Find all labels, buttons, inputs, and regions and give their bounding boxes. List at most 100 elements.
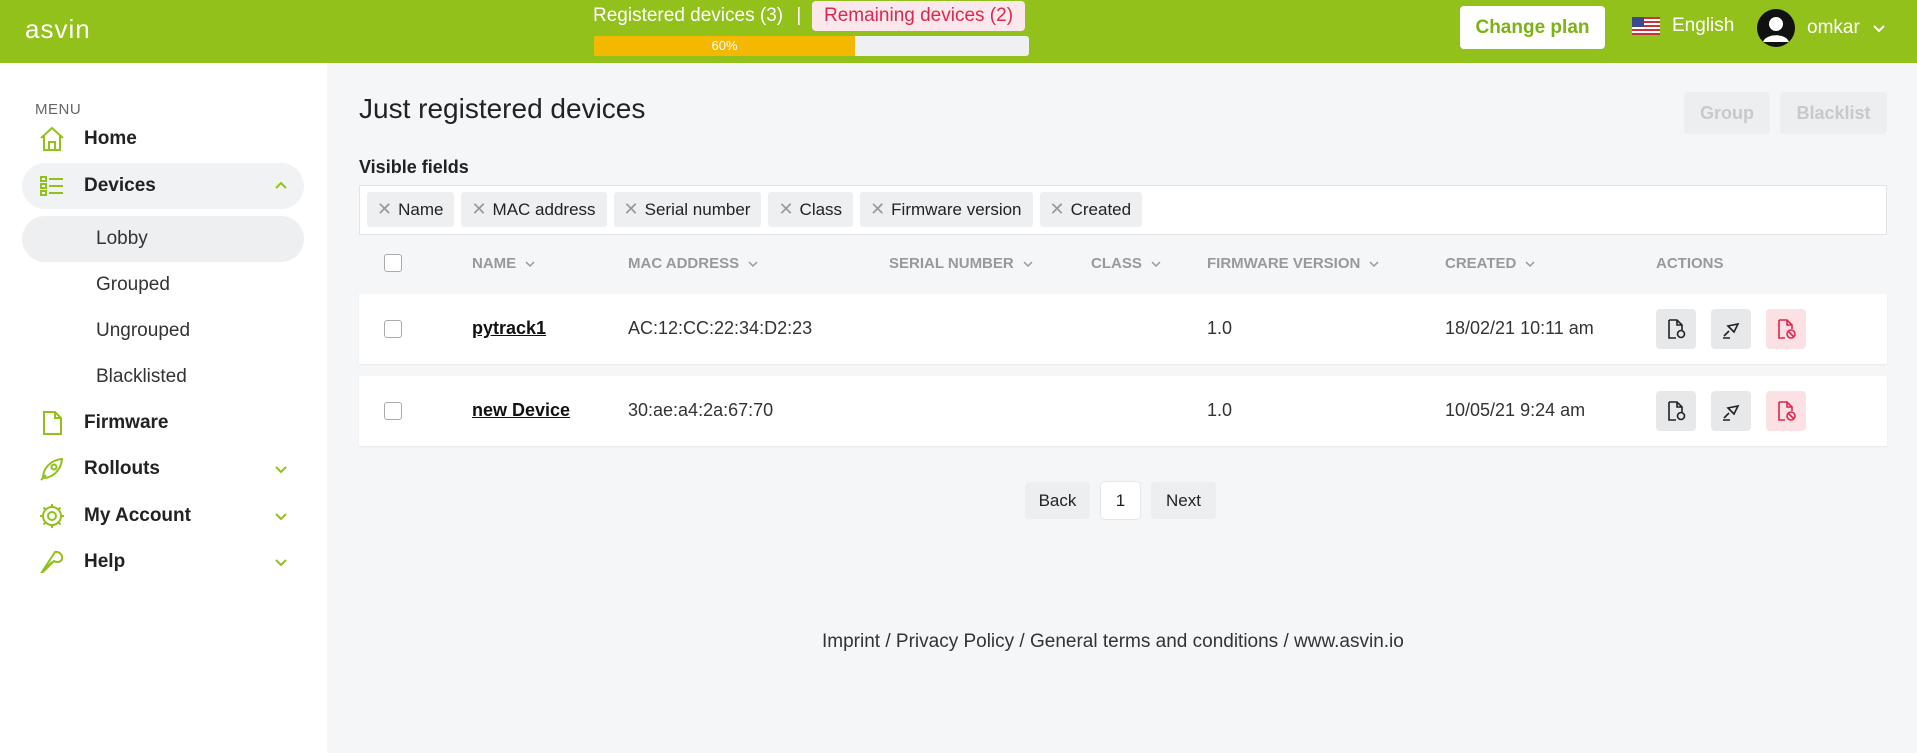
chevron-down-icon	[275, 513, 287, 521]
sort-icon	[1525, 260, 1535, 267]
firmware-version-cell: 1.0	[1207, 400, 1233, 420]
column-header-class[interactable]: CLASS	[1091, 255, 1162, 272]
avatar-icon	[1757, 9, 1795, 47]
file-group-icon	[1668, 319, 1686, 339]
table-row: pytrack1 AC:12:CC:22:34:D2:23 1.0 18/02/…	[359, 294, 1887, 364]
sidebar-item-firmware[interactable]: Firmware	[22, 400, 304, 446]
sidebar-subitem-blacklisted[interactable]: Blacklisted	[22, 354, 304, 400]
mac-address-cell: 30:ae:a4:2a:67:70	[628, 400, 774, 420]
column-header-mac-address[interactable]: MAC ADDRESS	[628, 255, 759, 272]
sort-icon	[748, 260, 758, 267]
visible-fields-label: Visible fields	[359, 157, 469, 177]
group-button[interactable]: Group	[1684, 92, 1770, 134]
language-label: English	[1672, 15, 1735, 36]
gear-icon	[40, 504, 64, 528]
sidebar-subitem-lobby[interactable]: Lobby	[22, 216, 304, 262]
sidebar: MENU Home Devices Lobby Grouped Ungroupe…	[0, 63, 327, 753]
sidebar-item-home[interactable]: Home	[22, 116, 304, 162]
column-header-name[interactable]: NAME	[472, 255, 536, 272]
select-all-checkbox[interactable]	[384, 254, 402, 272]
sidebar-item-my-account[interactable]: My Account	[22, 493, 304, 539]
footer-links[interactable]: Imprint / Privacy Policy / General terms…	[822, 631, 1404, 653]
column-header-firmware-version[interactable]: FIRMWARE VERSION	[1207, 255, 1380, 272]
sort-icon	[1151, 260, 1161, 267]
sort-icon	[1023, 260, 1033, 267]
file-group-icon	[1668, 401, 1686, 421]
row-checkbox[interactable]	[384, 320, 402, 338]
remove-icon[interactable]: ✕	[377, 199, 392, 220]
next-button[interactable]: Next	[1151, 482, 1216, 519]
sidebar-item-label: Devices	[84, 175, 156, 196]
chevron-down-icon	[275, 559, 287, 567]
remove-icon[interactable]: ✕	[778, 199, 793, 220]
column-header-created[interactable]: CREATED	[1445, 255, 1536, 272]
blacklist-device-button[interactable]	[1766, 391, 1806, 431]
us-flag-icon	[1632, 17, 1660, 35]
edit-device-button[interactable]	[1711, 391, 1751, 431]
logo[interactable]: asvin	[25, 14, 91, 45]
field-tag-serial-number[interactable]: ✕ Serial number	[613, 192, 762, 227]
field-tag-mac-address[interactable]: ✕ MAC address	[461, 192, 607, 227]
sidebar-item-label: Help	[84, 551, 126, 572]
sidebar-subitem-ungrouped[interactable]: Ungrouped	[22, 308, 304, 354]
chevron-down-icon	[1873, 25, 1885, 33]
table-header: NAME MAC ADDRESS SERIAL NUMBER CLASS FIR…	[359, 245, 1887, 281]
field-tag-class[interactable]: ✕ Class	[768, 192, 854, 227]
mac-address-cell: AC:12:CC:22:34:D2:23	[628, 318, 813, 338]
sort-icon	[1369, 260, 1379, 267]
back-button[interactable]: Back	[1025, 482, 1090, 519]
file-block-icon	[1778, 401, 1796, 421]
sidebar-item-label: My Account	[84, 505, 191, 526]
remove-icon[interactable]: ✕	[870, 199, 885, 220]
remove-icon[interactable]: ✕	[624, 199, 639, 220]
chevron-down-icon	[275, 466, 287, 474]
pen-icon	[1723, 322, 1740, 339]
sidebar-item-help[interactable]: Help	[22, 539, 304, 585]
visible-fields-selector[interactable]: ✕ Name ✕ MAC address ✕ Serial number ✕ Class…	[359, 185, 1887, 235]
blacklist-device-button[interactable]	[1766, 309, 1806, 349]
file-icon	[43, 411, 62, 435]
home-icon	[40, 126, 64, 151]
edit-device-button[interactable]	[1711, 309, 1751, 349]
sidebar-item-rollouts[interactable]: Rollouts	[22, 446, 304, 492]
rocket-icon	[40, 457, 64, 481]
sidebar-subitem-grouped[interactable]: Grouped	[22, 262, 304, 308]
chevron-up-icon	[275, 181, 287, 189]
field-tag-firmware-version[interactable]: ✕ Firmware version	[860, 192, 1033, 227]
device-name-link[interactable]: new Device	[472, 400, 570, 421]
column-header-actions: ACTIONS	[1656, 255, 1724, 272]
created-cell: 18/02/21 10:11 am	[1445, 318, 1594, 338]
table-row: new Device 30:ae:a4:2a:67:70 1.0 10/05/2…	[359, 376, 1887, 446]
pen-icon	[1723, 404, 1740, 421]
sidebar-item-devices[interactable]: Devices	[22, 163, 304, 209]
user-menu[interactable]: omkar	[1757, 9, 1886, 47]
sidebar-item-label: Firmware	[84, 412, 169, 433]
page-number-button[interactable]: 1	[1101, 482, 1140, 519]
device-quota-progress: 60%	[594, 36, 1029, 56]
device-name-link[interactable]: pytrack1	[472, 318, 546, 339]
username: omkar	[1807, 17, 1860, 38]
page-title: Just registered devices	[359, 93, 646, 124]
add-to-group-button[interactable]	[1656, 309, 1696, 349]
separator: |	[796, 5, 802, 26]
field-tag-created[interactable]: ✕ Created	[1039, 192, 1143, 227]
remove-icon[interactable]: ✕	[1050, 199, 1065, 220]
sidebar-item-label: Home	[84, 128, 137, 149]
top-bar: asvin Registered devices (3) | Remaining…	[0, 0, 1917, 63]
row-checkbox[interactable]	[384, 402, 402, 420]
add-to-group-button[interactable]	[1656, 391, 1696, 431]
registered-devices-count: Registered devices (3) |	[593, 5, 802, 26]
language-selector[interactable]: English	[1632, 15, 1734, 37]
progress-label: 60%	[711, 38, 738, 53]
blacklist-button[interactable]: Blacklist	[1780, 92, 1887, 134]
column-header-serial-number[interactable]: SERIAL NUMBER	[889, 255, 1034, 272]
wrench-icon	[40, 550, 64, 574]
remove-icon[interactable]: ✕	[471, 199, 486, 220]
sidebar-item-label: Rollouts	[84, 458, 160, 479]
firmware-version-cell: 1.0	[1207, 318, 1233, 338]
device-list-icon	[40, 176, 63, 196]
change-plan-button[interactable]: Change plan	[1460, 6, 1605, 49]
field-tag-name[interactable]: ✕ Name	[367, 192, 455, 227]
remaining-devices-badge: Remaining devices (2)	[812, 1, 1026, 31]
file-block-icon	[1778, 319, 1796, 339]
